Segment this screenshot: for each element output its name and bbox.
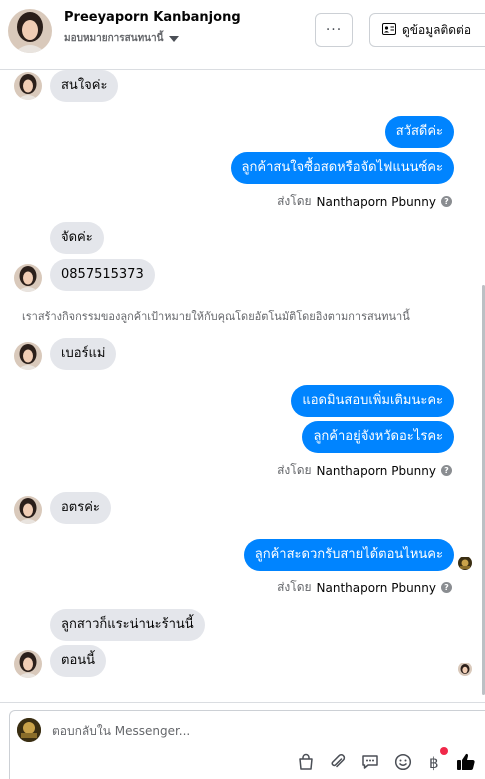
outgoing-message[interactable]: สวัสดีค่ะ xyxy=(384,116,454,148)
incoming-message[interactable]: ลูกสาวก็แระน่านะร้านนี้ xyxy=(50,609,205,641)
contact-avatar-small xyxy=(14,264,42,292)
sent-by-label: ส่งโดย Nanthaporn Pbunny ? xyxy=(277,461,452,480)
outgoing-message[interactable]: ลูกค้าสนใจซื้อสดหรือจัดไฟแนนซ์คะ xyxy=(230,152,454,184)
sender-name: Nanthaporn Pbunny xyxy=(316,194,436,209)
svg-text:฿: ฿ xyxy=(429,754,439,771)
reply-input[interactable] xyxy=(52,722,452,740)
notification-dot xyxy=(440,747,448,755)
emoji-icon[interactable] xyxy=(392,751,414,773)
sent-by-prefix: ส่งโดย xyxy=(277,463,312,477)
page-avatar xyxy=(17,718,41,742)
sent-by-label: ส่งโดย Nanthaporn Pbunny ? xyxy=(277,578,452,597)
assign-conversation-dropdown[interactable]: มอบหมายการสนทนานี้ xyxy=(64,31,180,46)
seen-receipt-avatar xyxy=(458,556,472,570)
more-options-button[interactable]: ··· xyxy=(315,13,353,47)
view-contact-info-label: ดูข้อมูลติดต่อ xyxy=(402,22,472,37)
incoming-message[interactable]: อตรค่ะ xyxy=(50,492,111,524)
incoming-message[interactable]: จัดค่ะ xyxy=(50,222,104,254)
info-icon[interactable]: ? xyxy=(441,465,452,476)
outgoing-message[interactable]: ลูกค้าอยู่จังหวัดอะไรคะ xyxy=(302,421,454,453)
paperclip-icon[interactable] xyxy=(327,751,349,773)
sent-by-prefix: ส่งโดย xyxy=(277,580,312,594)
reply-composer: ฿ xyxy=(0,702,485,779)
conversation-header: Preeyaporn Kanbanjong มอบหมายการสนทนานี้… xyxy=(0,0,485,70)
contact-avatar[interactable] xyxy=(8,9,52,53)
sent-by-label: ส่งโดย Nanthaporn Pbunny ? xyxy=(277,192,452,211)
contact-avatar-small xyxy=(14,342,42,370)
contact-avatar-small xyxy=(14,72,42,100)
info-icon[interactable]: ? xyxy=(441,196,452,207)
thumbs-up-icon[interactable] xyxy=(455,751,477,773)
message-thread: สนใจค่ะ สวัสดีค่ะ ลูกค้าสนใจซื้อสดหรือจั… xyxy=(0,70,482,700)
contact-card-icon xyxy=(382,22,396,38)
chevron-down-icon xyxy=(169,35,180,42)
info-icon[interactable]: ? xyxy=(441,582,452,593)
contact-avatar-small xyxy=(14,650,42,678)
sender-name: Nanthaporn Pbunny xyxy=(316,463,436,478)
shopping-bag-icon[interactable] xyxy=(295,751,317,773)
automated-activity-note: เราสร้างกิจกรรมของลูกค้าเป้าหมายให้กับคุ… xyxy=(22,310,410,323)
incoming-message[interactable]: 0857515373 xyxy=(50,259,155,291)
outgoing-message[interactable]: แอดมินสอบเพิ่มเติมนะคะ xyxy=(291,385,454,417)
contact-avatar-small xyxy=(14,496,42,524)
contact-name[interactable]: Preeyaporn Kanbanjong xyxy=(64,10,241,25)
sender-name: Nanthaporn Pbunny xyxy=(316,580,436,595)
menu-dots-icon: ··· xyxy=(325,22,343,38)
incoming-message[interactable]: เบอร์แม่ xyxy=(50,338,117,370)
view-contact-info-button[interactable]: ดูข้อมูลติดต่อ xyxy=(369,13,485,47)
outgoing-message[interactable]: ลูกค้าสะดวกรับสายได้ตอนไหนคะ xyxy=(243,539,454,571)
saved-replies-icon[interactable] xyxy=(359,751,381,773)
seen-receipt-avatar xyxy=(458,662,472,676)
sent-by-prefix: ส่งโดย xyxy=(277,194,312,208)
incoming-message[interactable]: สนใจค่ะ xyxy=(50,70,119,102)
assign-label: มอบหมายการสนทนานี้ xyxy=(64,33,164,44)
incoming-message[interactable]: ตอนนี้ xyxy=(50,645,107,677)
